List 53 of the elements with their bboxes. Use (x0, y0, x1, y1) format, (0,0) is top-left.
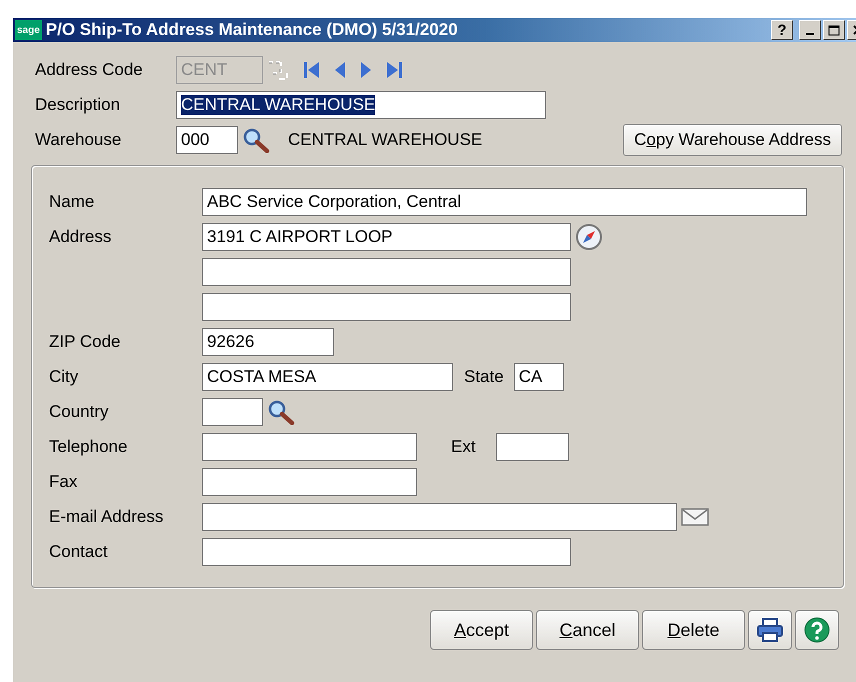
field-label: Contact (49, 542, 108, 560)
field-label: Address (49, 226, 112, 246)
input-field[interactable]: ABC Service Corporation, Central (202, 188, 807, 216)
app-logo: sage (15, 20, 42, 40)
field-label: Warehouse (35, 130, 122, 148)
input-field[interactable] (202, 398, 263, 426)
input-field[interactable]: CENTRAL WAREHOUSE (176, 90, 546, 118)
input-field[interactable]: 000 (176, 126, 238, 154)
copy-warehouse-address-button[interactable]: Copy Warehouse Address (623, 124, 842, 156)
input-field[interactable] (202, 258, 571, 286)
compass-icon[interactable] (575, 222, 603, 250)
field-label: Telephone (49, 436, 128, 456)
print-button[interactable] (748, 610, 792, 650)
field-label: E-mail Address (49, 506, 164, 526)
next-record-icon[interactable] (359, 60, 373, 80)
search-icon[interactable] (242, 126, 270, 152)
input-field[interactable] (202, 502, 677, 530)
field-label: Description (35, 94, 120, 114)
input-field[interactable] (496, 432, 569, 460)
input-field[interactable] (202, 468, 417, 496)
maximize-button[interactable] (823, 20, 845, 40)
field-label: Address Code (35, 60, 143, 78)
field-label: Ext (451, 436, 476, 456)
field-label: State (464, 366, 504, 386)
help-button[interactable] (795, 610, 839, 650)
minimize-icon (806, 33, 814, 35)
help-button[interactable]: ? (771, 20, 793, 40)
action-button[interactable]: Accept (430, 610, 533, 650)
warehouse-name: CENTRAL WAREHOUSE (288, 130, 482, 150)
maximize-icon (828, 24, 840, 36)
input-field[interactable]: CA (514, 362, 564, 390)
last-record-icon[interactable] (385, 60, 403, 80)
field-label: Name (49, 192, 94, 210)
first-record-icon[interactable] (303, 60, 321, 80)
input-field[interactable] (202, 432, 417, 460)
action-button[interactable]: Cancel (536, 610, 639, 650)
search-icon[interactable] (267, 398, 295, 424)
help-icon (803, 616, 831, 644)
action-button[interactable]: Delete (642, 610, 745, 650)
input-field[interactable] (202, 292, 571, 320)
window-title: P/O Ship-To Address Maintenance (DMO) 5/31/2020 (46, 20, 459, 40)
input-field[interactable]: COSTA MESA (202, 362, 453, 390)
previous-record-icon[interactable] (333, 60, 347, 80)
input-field[interactable] (202, 538, 571, 566)
input-field[interactable]: 3191 C AIRPORT LOOP (202, 222, 571, 250)
field-label: Fax (49, 472, 78, 490)
field-label: Country (49, 402, 109, 420)
field-label: ZIP Code (49, 332, 121, 350)
envelope-icon[interactable] (681, 506, 709, 526)
input-field[interactable]: 92626 (202, 328, 334, 356)
printer-icon (756, 617, 784, 643)
minimize-button[interactable] (799, 20, 821, 40)
field-label: City (49, 366, 78, 386)
